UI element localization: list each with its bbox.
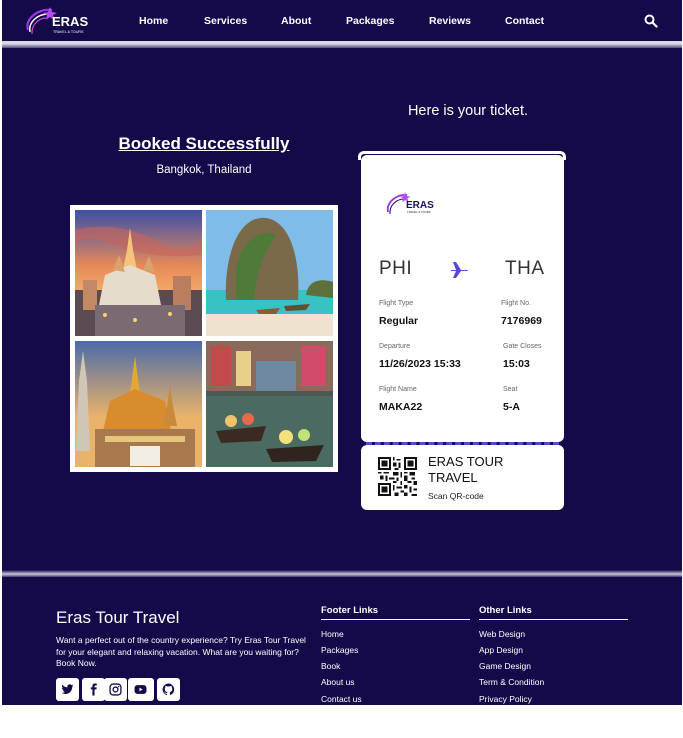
photo-floating-market (206, 341, 333, 467)
nav-reviews[interactable]: Reviews (429, 15, 471, 27)
photo-grand-palace (75, 341, 202, 467)
other-link-app-design[interactable]: App Design (479, 645, 523, 655)
facebook-icon (90, 683, 97, 696)
gate-closes-label: Gate Closes (503, 343, 542, 350)
other-link-privacy[interactable]: Privacy Policy (479, 694, 532, 704)
search-icon[interactable] (644, 14, 658, 28)
airplane-icon (451, 262, 468, 278)
flight-name-value: MAKA22 (379, 401, 423, 413)
twitter-button[interactable] (56, 678, 79, 701)
departure-label: Departure (379, 343, 411, 350)
instagram-icon (109, 683, 122, 696)
ticket-logo: ERAS TRAVEL & TOURS (386, 192, 434, 215)
stub-title: ERAS TOUR TRAVEL (428, 454, 504, 485)
photo-temple-sunset (75, 210, 202, 336)
boarding-pass: ERAS TRAVEL & TOURS PHI THA Flight Type … (361, 155, 564, 442)
footer-link-packages[interactable]: Packages (321, 645, 358, 655)
departure-value: 11/26/2023 15:33 (379, 358, 461, 370)
flight-type-label: Flight Type (379, 300, 414, 307)
footer-link-contact[interactable]: Contact us (321, 694, 362, 704)
footer-link-home[interactable]: Home (321, 629, 344, 639)
booked-location: Bangkok, Thailand (156, 164, 252, 176)
flight-type-value: Regular (379, 315, 419, 327)
github-button[interactable] (157, 678, 180, 701)
nav-packages[interactable]: Packages (346, 15, 394, 27)
footer-link-book[interactable]: Book (321, 661, 340, 671)
youtube-icon (134, 685, 147, 694)
origin-code: PHI (379, 258, 413, 279)
footer-description: Want a perfect out of the country experi… (56, 635, 306, 668)
nav-services[interactable]: Services (204, 15, 247, 27)
booked-title: Booked Successfully (118, 134, 290, 153)
seat-label: Seat (503, 386, 518, 393)
seat-value: 5-A (503, 401, 520, 413)
flight-no-value: 7176969 (501, 315, 542, 327)
nav-home[interactable]: Home (139, 15, 168, 27)
photo-gallery (70, 205, 338, 472)
nav-contact[interactable]: Contact (505, 15, 544, 27)
eras-logo[interactable]: ERAS TRAVEL & TOURS (22, 4, 92, 38)
footer-brand: Eras Tour Travel (56, 608, 180, 627)
flight-no-label: Flight No. (501, 300, 531, 307)
github-icon (162, 683, 175, 696)
svg-text:TRAVEL & TOURS: TRAVEL & TOURS (53, 30, 84, 34)
other-link-web-design[interactable]: Web Design (479, 629, 525, 639)
twitter-icon (61, 684, 74, 694)
navbar: ERAS TRAVEL & TOURS Home Services About … (2, 0, 682, 44)
other-link-terms[interactable]: Term & Condition (479, 677, 544, 687)
destination-code: THA (505, 258, 545, 279)
flight-name-label: Flight Name (379, 386, 417, 393)
svg-text:TRAVEL & TOURS: TRAVEL & TOURS (407, 210, 431, 214)
ticket-stub: ERAS TOUR TRAVEL Scan QR-code (361, 445, 564, 510)
footer-links-heading: Footer Links (321, 605, 470, 620)
stub-subtitle: Scan QR-code (428, 491, 484, 501)
footer-bottom-strip (2, 705, 682, 738)
nav-about[interactable]: About (281, 15, 311, 27)
ticket-heading: Here is your ticket. (407, 103, 529, 119)
qr-code-icon[interactable] (378, 457, 417, 496)
svg-text:ERAS: ERAS (52, 14, 88, 29)
youtube-button[interactable] (128, 678, 154, 701)
footer-link-about[interactable]: About us (321, 677, 355, 687)
photo-beach-cliff (206, 210, 333, 336)
facebook-button[interactable] (82, 678, 105, 701)
other-links-heading: Other Links (479, 605, 628, 620)
other-link-game-design[interactable]: Game Design (479, 661, 531, 671)
instagram-button[interactable] (104, 678, 127, 701)
gate-closes-value: 15:03 (503, 358, 530, 370)
